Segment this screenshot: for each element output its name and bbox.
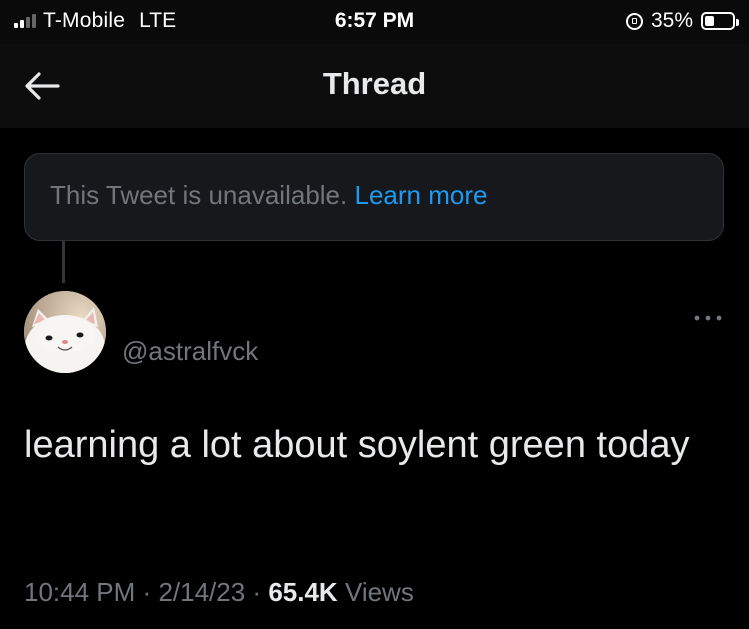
battery-icon [701,12,739,30]
unavailable-tweet-card: This Tweet is unavailable. Learn more [24,153,724,241]
views-label: Views [344,577,414,607]
orientation-lock-icon [625,12,643,30]
more-dots-icon [694,315,722,321]
tweet-time[interactable]: 10:44 PM [24,577,135,607]
nav-bar: Thread [0,44,749,128]
more-options-button[interactable] [690,300,726,336]
battery-percent: 35% [650,9,693,32]
cat-avatar-image [24,291,106,373]
tweet-text: learning a lot about soylent green today [24,424,690,466]
user-handle[interactable]: @astralfvck [122,336,258,367]
tweet-date[interactable]: 2/14/23 [158,577,245,607]
battery-cap [736,19,739,26]
page-title: Thread [322,66,427,101]
unavailable-message: This Tweet is unavailable. Learn more [50,180,487,211]
learn-more-link[interactable]: Learn more [354,180,487,210]
meta-separator: · [252,577,262,607]
meta-separator: · [142,577,152,607]
tweet-metadata: 10:44 PM · 2/14/23 · 65.4K Views [24,577,414,608]
status-bar-right: 35% [625,8,739,34]
views-count[interactable]: 65.4K [268,577,337,607]
avatar[interactable] [24,291,106,373]
unavailable-text: This Tweet is unavailable. [50,180,348,210]
thread-connector-line [62,241,65,283]
status-bar: T-Mobile LTE 6:57 PM 35% [0,0,749,44]
battery-level-fill [705,16,715,26]
